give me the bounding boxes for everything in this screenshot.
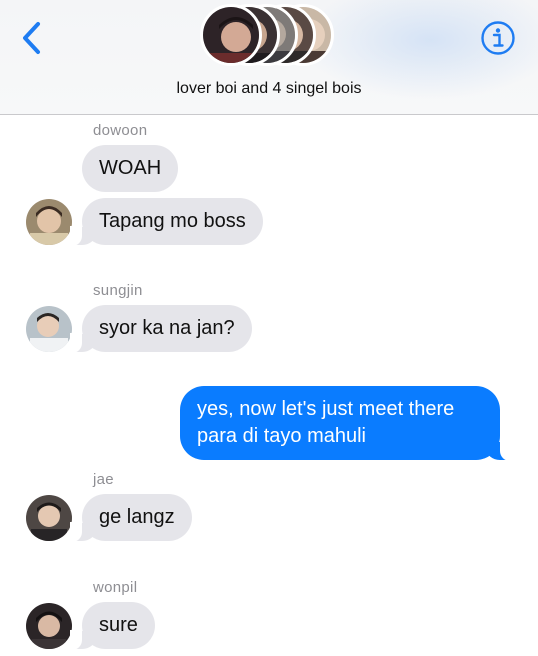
avatar[interactable] [26,495,72,541]
conversation-header: lover boi and 4 singel bois [0,0,538,115]
sender-name: jae [93,471,114,488]
message-bubble-incoming[interactable]: ge langz [70,494,192,542]
avatar[interactable] [26,603,72,649]
sender-name: sungjin [93,282,143,299]
message-bubble-outgoing[interactable]: yes, now let's just meet there para di t… [180,386,512,461]
message-text: ge langz [99,506,175,528]
avatar[interactable] [26,306,72,352]
avatar[interactable] [26,199,72,245]
group-name[interactable]: lover boi and 4 singel bois [0,80,538,98]
message-text: sure [99,614,138,636]
sender-name: dowoon [93,122,148,139]
group-member-avatar [200,4,262,66]
info-icon [481,21,515,55]
message-bubble-incoming[interactable]: syor ka na jan? [70,305,252,353]
message-bubble-incoming[interactable]: sure [70,602,155,650]
message-text: yes, now let's just meet there para di t… [197,398,455,447]
info-button[interactable] [480,20,516,56]
message-bubble-incoming[interactable]: WOAH [82,145,179,192]
message-bubble-incoming[interactable]: Tapang mo boss [70,198,263,246]
message-text: Tapang mo boss [99,210,246,232]
sender-name: wonpil [93,579,138,596]
group-avatar-stack[interactable] [200,4,340,68]
chevron-left-icon [23,22,40,54]
message-text: syor ka na jan? [99,317,235,339]
message-text: WOAH [99,157,162,179]
back-button[interactable] [16,18,46,58]
